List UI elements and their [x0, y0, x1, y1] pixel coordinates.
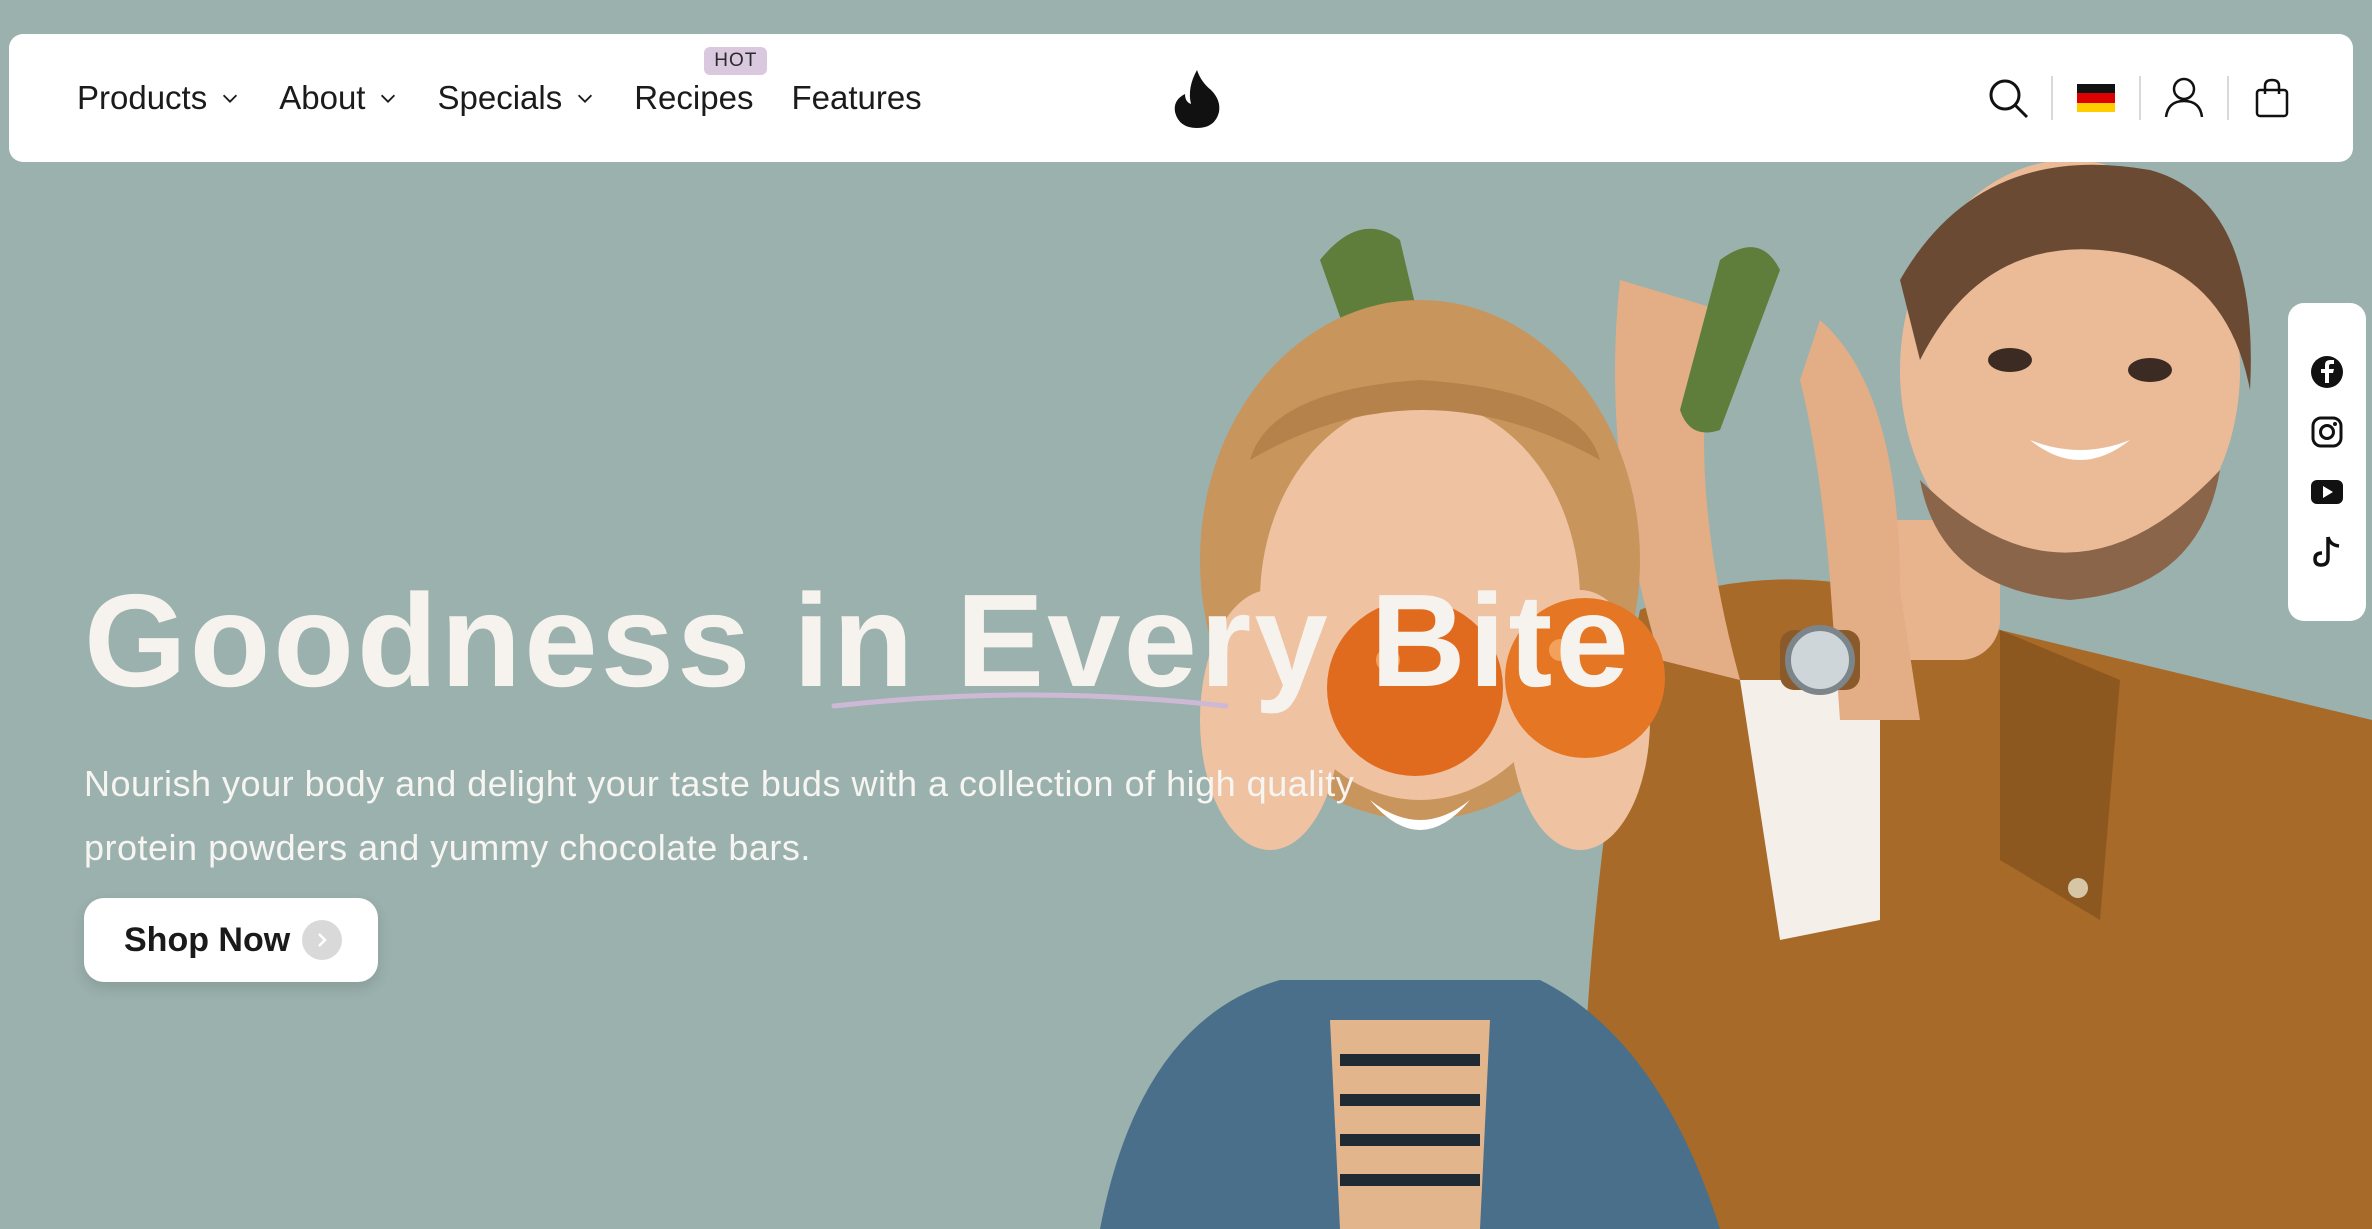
- hero-subtitle: Nourish your body and delight your taste…: [84, 763, 1355, 868]
- cart-bag-icon[interactable]: [2249, 75, 2295, 121]
- nav-item-about[interactable]: About: [279, 79, 399, 117]
- hero-headline: Goodness in Every Bite: [84, 567, 1632, 714]
- chevron-down-icon: [223, 94, 238, 103]
- youtube-icon[interactable]: [2307, 472, 2347, 512]
- instagram-icon[interactable]: [2307, 412, 2347, 452]
- divider: [2051, 76, 2053, 120]
- facebook-icon[interactable]: [2307, 352, 2347, 392]
- nav-item-features[interactable]: Features: [791, 79, 921, 117]
- shop-now-button[interactable]: Shop Now: [84, 898, 378, 982]
- nav-item-label: Specials: [437, 79, 563, 116]
- header-actions: [1985, 34, 2295, 162]
- nav-item-label: Products: [77, 79, 208, 116]
- nav-item-recipes[interactable]: HOT Recipes: [634, 47, 768, 117]
- nav-item-label: Features: [791, 79, 922, 116]
- shop-now-label: Shop Now: [124, 920, 291, 959]
- nav-item-label: About: [279, 79, 366, 116]
- chevron-down-icon: [578, 94, 593, 103]
- german-flag-icon[interactable]: [2073, 75, 2119, 121]
- nav-item-specials[interactable]: Specials: [437, 79, 596, 117]
- search-icon[interactable]: [1985, 75, 2031, 121]
- site-header: Products About Specials HOT Recipes Feat…: [9, 34, 2353, 162]
- chevron-right-icon: [302, 920, 343, 960]
- nav-item-label: Recipes: [634, 79, 754, 116]
- account-icon[interactable]: [2161, 75, 2207, 121]
- flame-icon[interactable]: [1171, 68, 1223, 130]
- main-nav: Products About Specials HOT Recipes Feat…: [77, 34, 960, 162]
- social-sidebar: [2288, 303, 2366, 621]
- divider: [2139, 76, 2141, 120]
- hero-section: Products About Specials HOT Recipes Feat…: [0, 0, 2372, 1229]
- chevron-down-icon: [381, 94, 396, 103]
- hot-badge: HOT: [704, 47, 768, 75]
- divider: [2227, 76, 2229, 120]
- nav-item-products[interactable]: Products: [77, 79, 241, 117]
- tiktok-icon[interactable]: [2307, 532, 2347, 572]
